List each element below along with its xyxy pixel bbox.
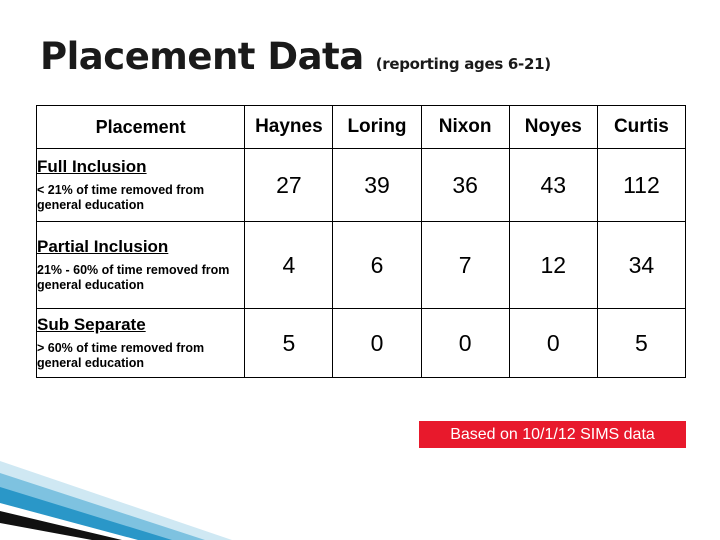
title-subtitle: (reporting ages 6-21) xyxy=(375,55,551,73)
category-name: Sub Separate xyxy=(37,314,146,334)
cell-partial-inclusion-noyes: 12 xyxy=(508,221,598,309)
slide-canvas: Placement Data (reporting ages 6-21) Pla… xyxy=(0,0,720,540)
decorative-corner-graphic xyxy=(0,455,255,540)
cell-full-inclusion-nixon: 36 xyxy=(420,148,510,222)
cell-sub-separate-noyes: 0 xyxy=(508,308,598,378)
row-label-full-inclusion: Full Inclusion < 21% of time removed fro… xyxy=(35,148,246,222)
category-name: Partial Inclusion xyxy=(37,236,169,256)
cell-sub-separate-haynes: 5 xyxy=(244,308,334,378)
cell-sub-separate-loring: 0 xyxy=(332,308,422,378)
cell-full-inclusion-curtis: 112 xyxy=(596,148,687,222)
row-label-partial-inclusion: Partial Inclusion 21% - 60% of time remo… xyxy=(35,221,246,309)
table-body: Full Inclusion < 21% of time removed fro… xyxy=(35,148,687,378)
placement-table: Placement Haynes Loring Nixon Noyes Curt… xyxy=(35,105,687,378)
table-row: Sub Separate > 60% of time removed from … xyxy=(35,308,687,378)
cell-partial-inclusion-loring: 6 xyxy=(332,221,422,309)
table-row: Partial Inclusion 21% - 60% of time remo… xyxy=(35,221,687,309)
cell-sub-separate-nixon: 0 xyxy=(420,308,510,378)
cell-partial-inclusion-haynes: 4 xyxy=(244,221,334,309)
cell-full-inclusion-haynes: 27 xyxy=(244,148,334,222)
cell-full-inclusion-loring: 39 xyxy=(332,148,422,222)
source-note-banner: Based on 10/1/12 SIMS data xyxy=(419,421,686,448)
table-row: Full Inclusion < 21% of time removed fro… xyxy=(35,148,687,222)
column-header-nixon: Nixon xyxy=(420,105,510,149)
column-header-haynes: Haynes xyxy=(244,105,334,149)
cell-sub-separate-curtis: 5 xyxy=(596,308,687,378)
cell-partial-inclusion-nixon: 7 xyxy=(420,221,510,309)
title-text: Placement Data xyxy=(40,35,364,78)
placement-table-container: Placement Haynes Loring Nixon Noyes Curt… xyxy=(35,105,687,378)
column-header-noyes: Noyes xyxy=(508,105,598,149)
row-label-sub-separate: Sub Separate > 60% of time removed from … xyxy=(35,308,246,378)
column-header-loring: Loring xyxy=(332,105,422,149)
table-header: Placement Haynes Loring Nixon Noyes Curt… xyxy=(35,105,687,149)
cell-partial-inclusion-curtis: 34 xyxy=(596,221,687,309)
category-description: > 60% of time removed from general educa… xyxy=(37,340,205,370)
category-description: 21% - 60% of time removed from general e… xyxy=(37,262,230,292)
column-header-placement: Placement xyxy=(35,105,246,149)
page-title: Placement Data (reporting ages 6-21) xyxy=(40,38,551,75)
column-header-curtis: Curtis xyxy=(596,105,687,149)
category-name: Full Inclusion xyxy=(37,156,147,176)
category-description: < 21% of time removed from general educa… xyxy=(37,182,205,212)
cell-full-inclusion-noyes: 43 xyxy=(508,148,598,222)
table-header-row: Placement Haynes Loring Nixon Noyes Curt… xyxy=(35,105,687,149)
